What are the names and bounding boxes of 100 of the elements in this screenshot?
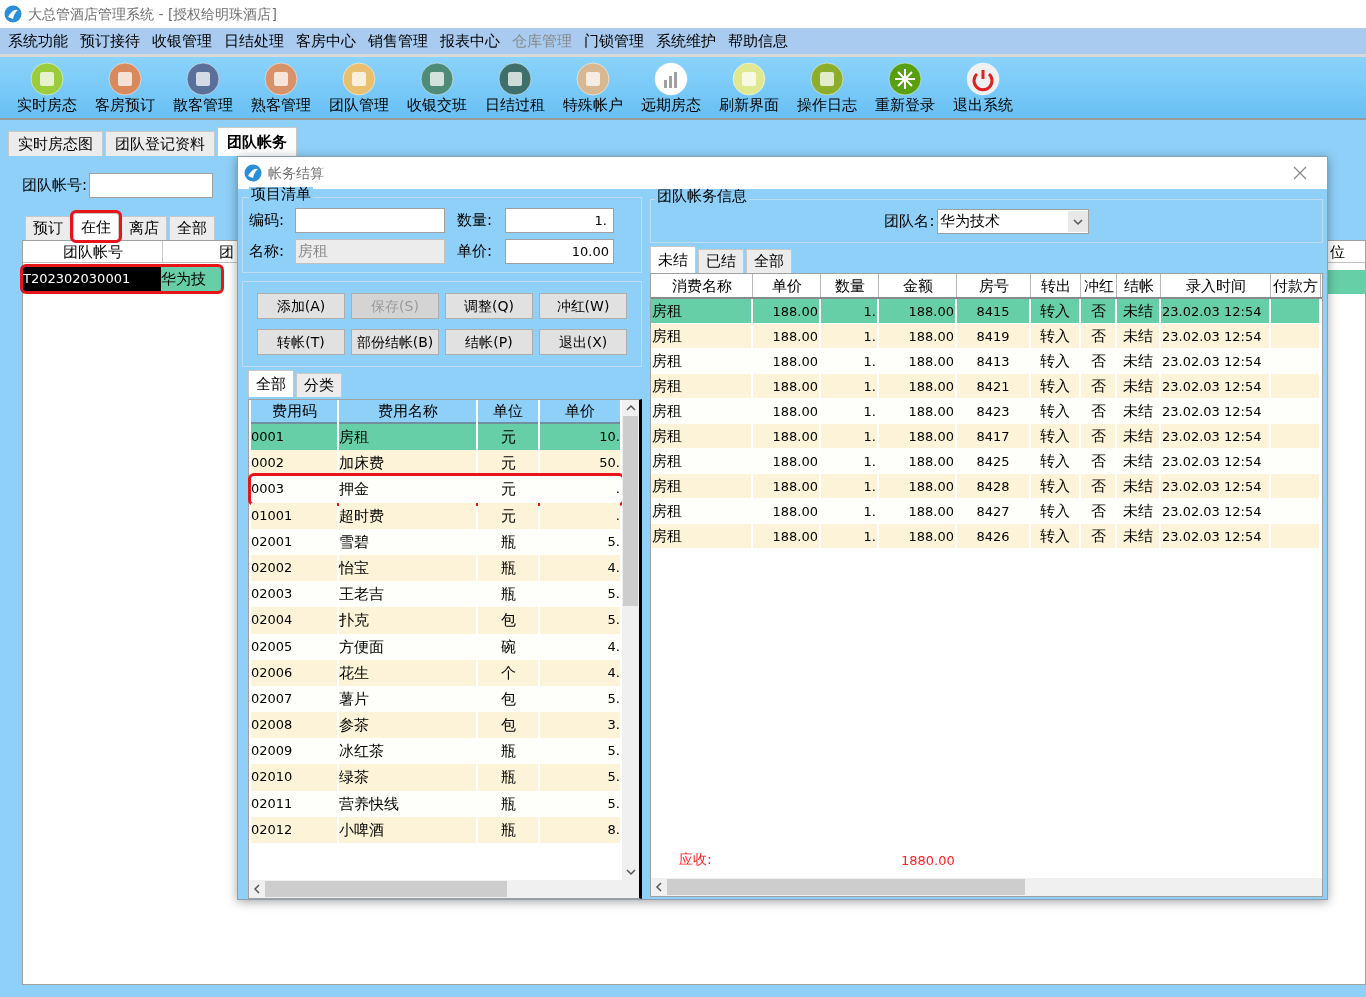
tab[interactable]: 实时房态图 — [8, 131, 103, 156]
table-cell[interactable]: 薯片 — [339, 685, 476, 713]
table-cell[interactable]: 02001 — [251, 528, 337, 555]
table-cell[interactable]: 23.02.03 12:54 — [1161, 499, 1271, 524]
table-cell[interactable]: 碗 — [478, 633, 538, 660]
table-cell[interactable]: 未结 — [1117, 449, 1161, 474]
table-cell[interactable]: 营养快线 — [339, 790, 476, 817]
table-cell[interactable]: 0003 — [251, 476, 337, 503]
table-cell[interactable]: 瓶 — [478, 554, 538, 582]
table-cell[interactable]: 8415 — [957, 299, 1031, 324]
tab[interactable]: 全部 — [169, 216, 215, 240]
menu-item[interactable]: 日结处理 — [218, 29, 290, 53]
table-cell[interactable] — [1271, 424, 1321, 449]
table-cell[interactable]: 未结 — [1117, 524, 1161, 549]
table-cell[interactable]: 房租 — [651, 324, 753, 349]
table-cell[interactable]: 8423 — [957, 399, 1031, 424]
toolbar-button[interactable]: 刷新界面 — [719, 98, 779, 113]
table-cell[interactable]: 1. — [821, 299, 879, 324]
table-cell[interactable]: 否 — [1081, 374, 1117, 399]
toolbar-button[interactable]: 特殊帐户 — [563, 98, 623, 113]
table-cell[interactable]: 否 — [1081, 449, 1117, 474]
tab[interactable]: 离店 — [121, 216, 167, 240]
table-cell[interactable]: 1. — [821, 349, 879, 374]
table-cell[interactable]: 花生 — [339, 659, 476, 686]
table-cell[interactable]: 188.00 — [753, 324, 821, 349]
table-cell[interactable]: 转入 — [1031, 474, 1081, 499]
table-cell[interactable]: 房租 — [651, 299, 753, 324]
account-input[interactable] — [89, 172, 214, 198]
table-cell[interactable]: . — [540, 476, 620, 503]
table-cell[interactable]: 188.00 — [753, 499, 821, 524]
table-cell[interactable]: 个 — [478, 659, 538, 686]
table-cell[interactable]: 02003 — [251, 581, 337, 608]
table-cell[interactable]: 23.02.03 12:54 — [1161, 324, 1271, 349]
table-cell[interactable]: 1. — [821, 499, 879, 524]
table-cell[interactable]: 10. — [540, 424, 620, 451]
table-cell[interactable]: 未结 — [1117, 474, 1161, 499]
table-cell[interactable]: 3. — [540, 712, 620, 739]
table-cell[interactable]: 王老吉 — [339, 581, 476, 608]
action-button[interactable]: 转帐(T) — [257, 329, 345, 355]
table-cell[interactable]: 23.02.03 12:54 — [1161, 349, 1271, 374]
table-cell[interactable]: 转入 — [1031, 424, 1081, 449]
table-cell[interactable]: 8425 — [957, 449, 1031, 474]
tab[interactable]: 在住 — [73, 213, 119, 240]
table-cell[interactable]: 5. — [540, 738, 620, 765]
table-cell[interactable]: 02008 — [251, 712, 337, 739]
table-cell[interactable]: 8. — [540, 816, 620, 843]
table-cell[interactable]: 23.02.03 12:54 — [1161, 449, 1271, 474]
table-cell[interactable]: 8417 — [957, 424, 1031, 449]
table-cell[interactable]: 未结 — [1117, 499, 1161, 524]
table-cell[interactable]: 23.02.03 12:54 — [1161, 524, 1271, 549]
price-input[interactable]: 10.00 — [505, 239, 614, 264]
table-cell[interactable]: 1. — [821, 324, 879, 349]
toolbar-button[interactable]: 散客管理 — [173, 98, 233, 113]
table-cell[interactable]: 瓶 — [478, 790, 538, 817]
horizontal-scrollbar[interactable] — [651, 878, 1322, 896]
table-cell[interactable]: 188.00 — [879, 299, 957, 324]
table-cell[interactable]: 瓶 — [478, 581, 538, 608]
table-cell[interactable]: 1. — [821, 474, 879, 499]
table-cell[interactable]: 房租 — [651, 374, 753, 399]
table-cell[interactable]: 方便面 — [339, 633, 476, 660]
table-cell[interactable]: 8419 — [957, 324, 1031, 349]
table-cell[interactable]: 瓶 — [478, 738, 538, 765]
table-cell[interactable]: 未结 — [1117, 349, 1161, 374]
table-cell[interactable]: 4. — [540, 633, 620, 660]
table-cell[interactable]: 8428 — [957, 474, 1031, 499]
menu-item[interactable]: 收银管理 — [146, 29, 218, 53]
table-cell[interactable]: 否 — [1081, 299, 1117, 324]
table-cell[interactable]: 房租 — [651, 524, 753, 549]
horizontal-scrollbar[interactable] — [249, 880, 639, 898]
table-cell[interactable]: 冰红茶 — [339, 738, 476, 765]
table-cell[interactable]: 188.00 — [879, 349, 957, 374]
menu-item[interactable]: 帮助信息 — [722, 29, 794, 53]
table-cell[interactable]: 5. — [540, 790, 620, 817]
table-cell[interactable]: 188.00 — [753, 349, 821, 374]
chevron-down-icon[interactable] — [1067, 210, 1088, 232]
table-cell[interactable]: 瓶 — [478, 816, 538, 843]
table-cell[interactable]: 绿茶 — [339, 764, 476, 791]
table-cell[interactable]: 02004 — [251, 607, 337, 634]
code-input[interactable] — [295, 208, 445, 233]
table-cell[interactable]: 包 — [478, 685, 538, 713]
table-cell[interactable]: 188.00 — [879, 524, 957, 549]
table-cell[interactable]: 188.00 — [753, 449, 821, 474]
table-cell[interactable]: 华为技 — [161, 267, 221, 291]
toolbar-button[interactable]: 实时房态 — [17, 98, 77, 113]
table-cell[interactable]: 超时费 — [339, 502, 476, 529]
table-cell[interactable]: 否 — [1081, 499, 1117, 524]
table-cell[interactable]: 02007 — [251, 685, 337, 713]
table-cell[interactable]: 未结 — [1117, 399, 1161, 424]
table-cell[interactable]: 188.00 — [753, 299, 821, 324]
toolbar-button[interactable]: 远期房态 — [641, 98, 701, 113]
table-cell[interactable]: 未结 — [1117, 374, 1161, 399]
table-cell[interactable] — [1271, 524, 1321, 549]
toolbar-button[interactable]: 客房预订 — [95, 98, 155, 113]
menu-item[interactable]: 预订接待 — [74, 29, 146, 53]
table-cell[interactable]: 23.02.03 12:54 — [1161, 299, 1271, 324]
action-button[interactable]: 部份结帐(B) — [351, 329, 439, 355]
table-cell[interactable]: 1. — [821, 399, 879, 424]
table-cell[interactable]: 瓶 — [478, 764, 538, 791]
table-cell[interactable]: 包 — [478, 607, 538, 634]
table-cell[interactable]: 8427 — [957, 499, 1031, 524]
